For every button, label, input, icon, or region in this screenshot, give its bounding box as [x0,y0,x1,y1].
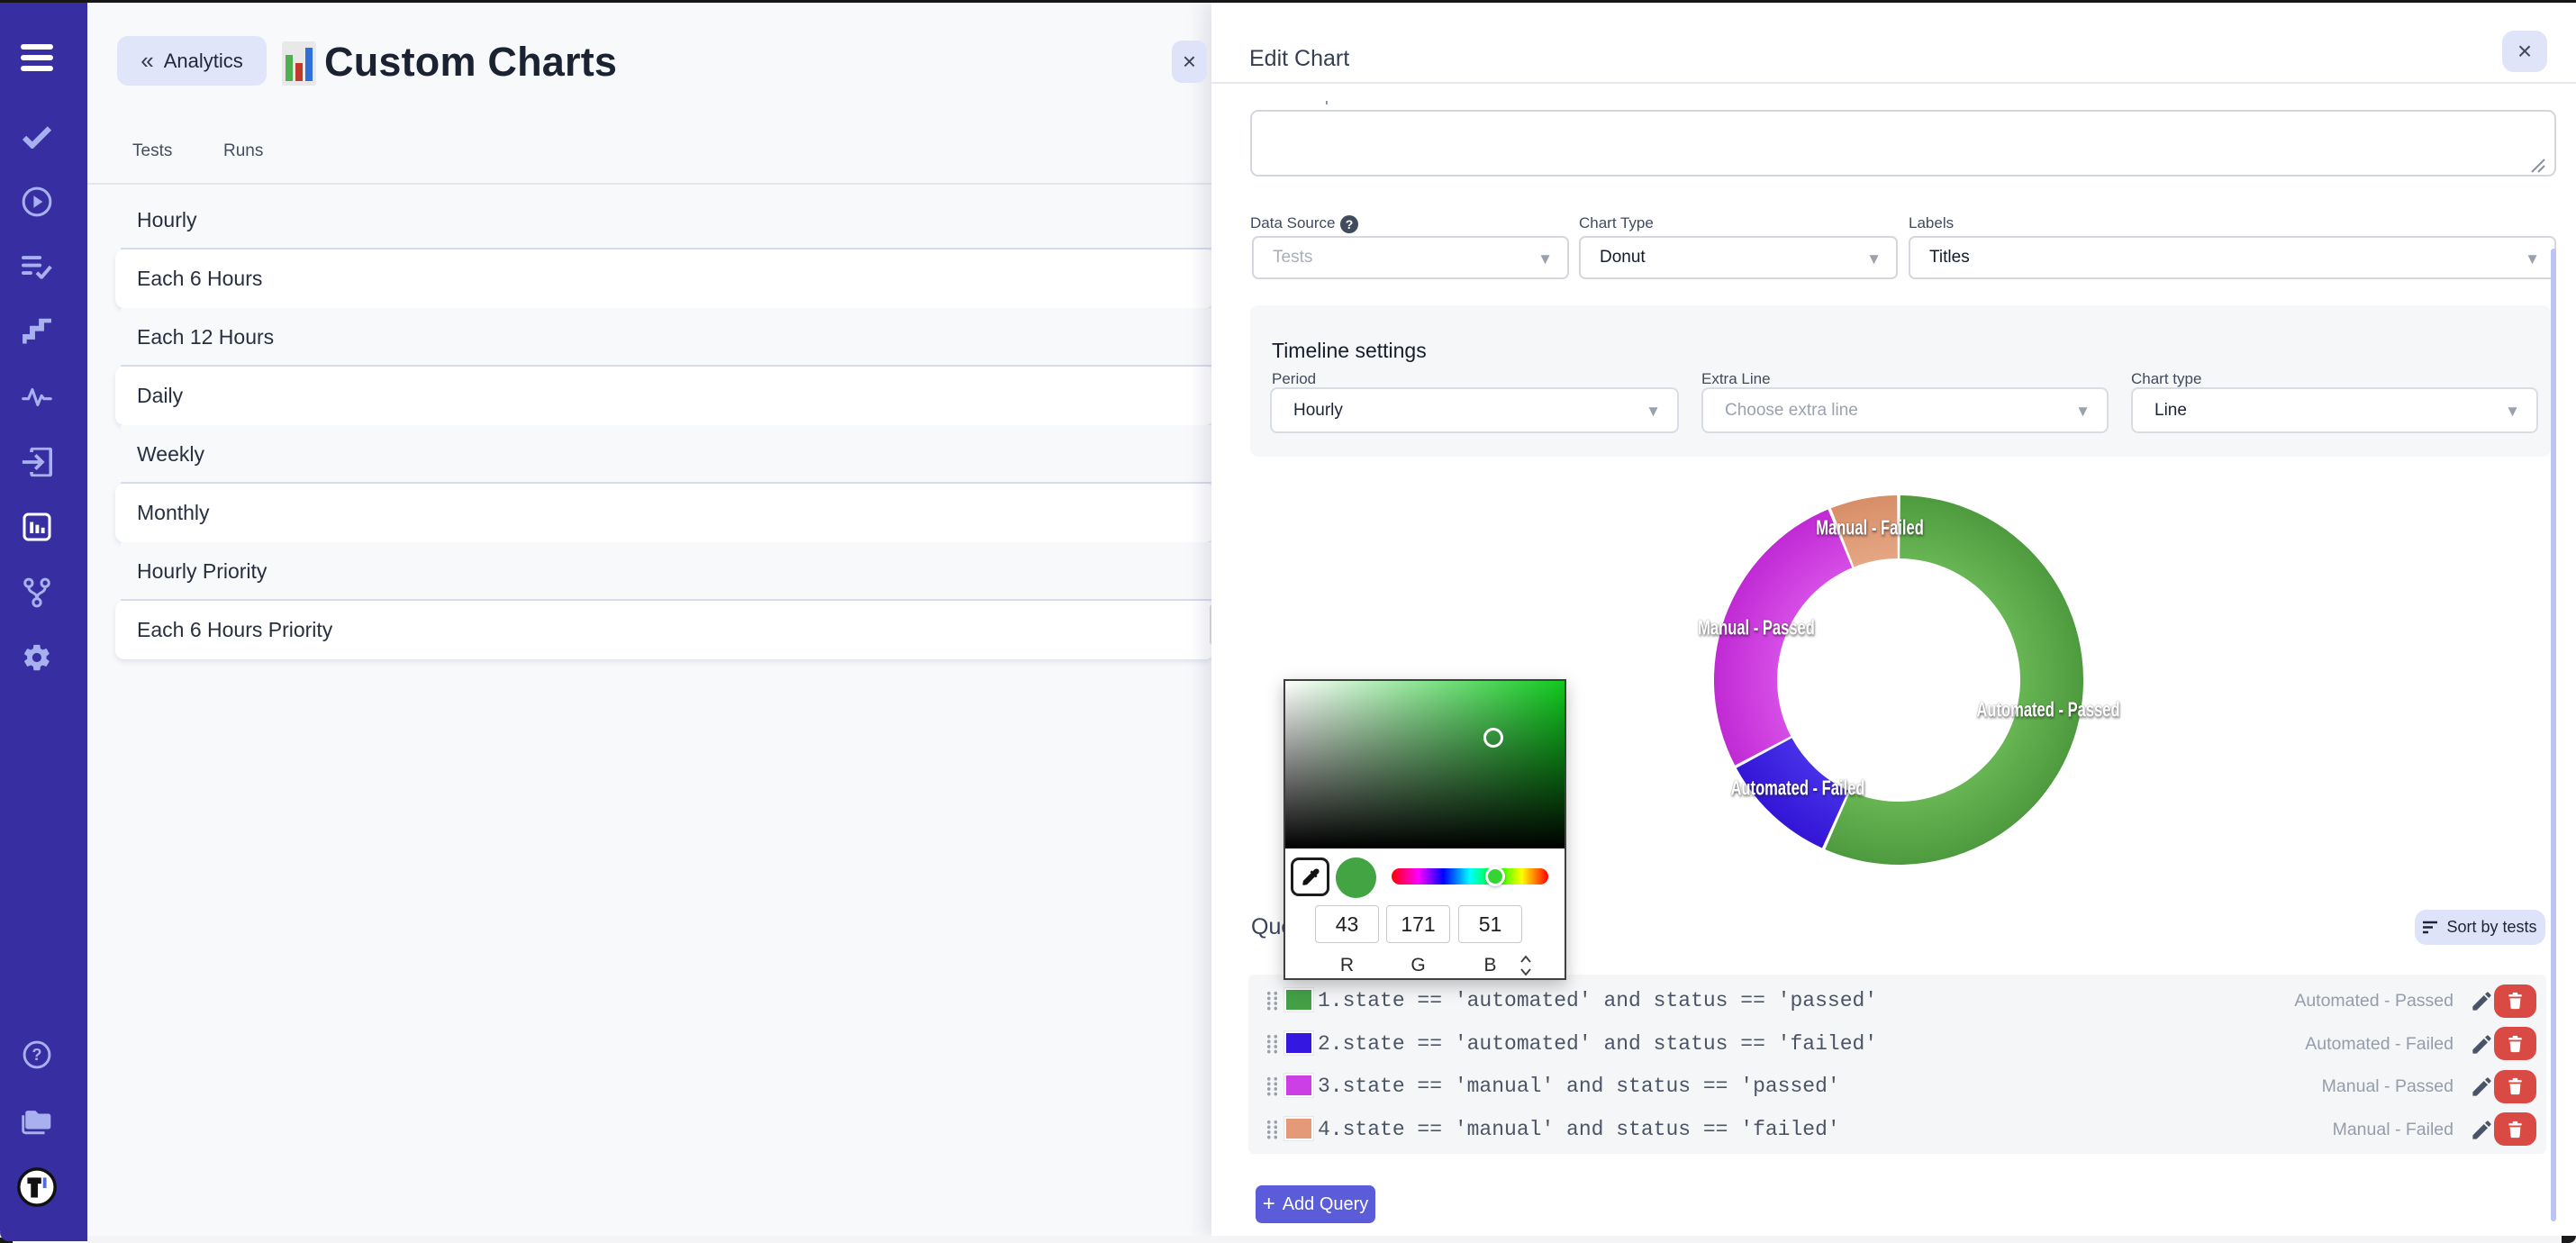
svg-text:?: ? [32,1045,41,1064]
